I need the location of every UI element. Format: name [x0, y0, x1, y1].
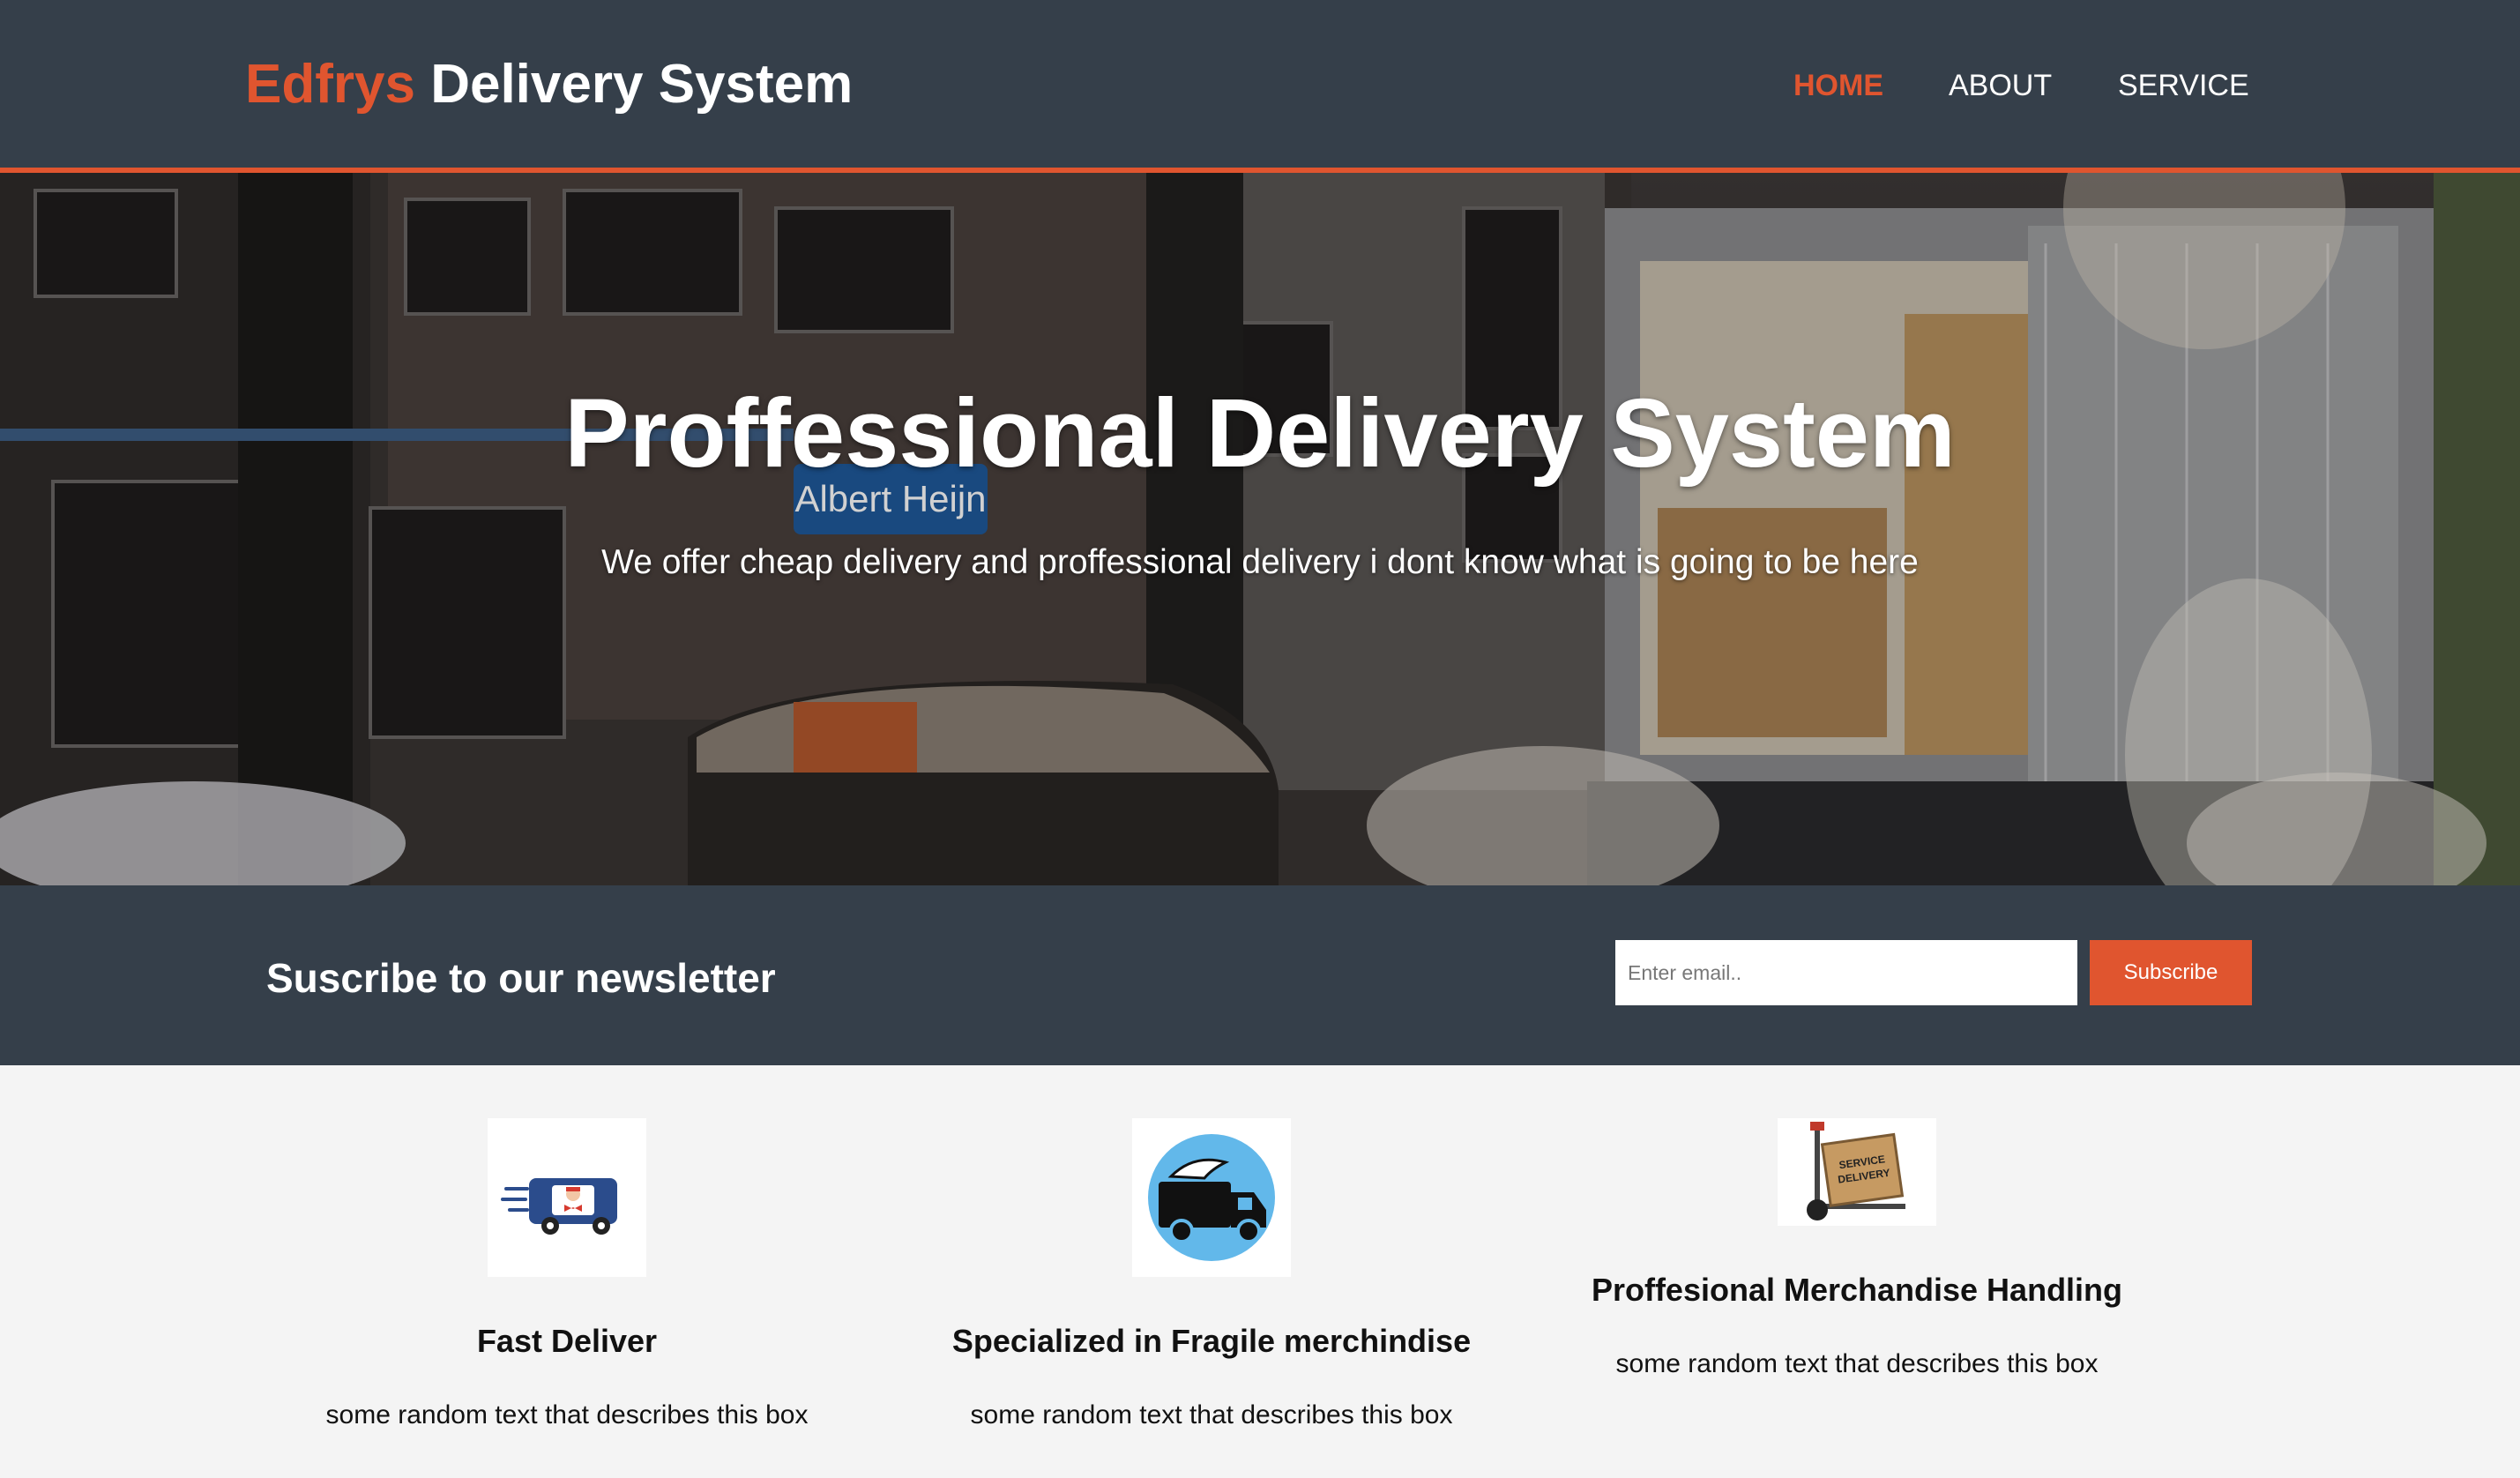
site-logo[interactable]: Edfrys Delivery System [245, 53, 853, 116]
brand-rest: Delivery System [414, 54, 854, 115]
feature-text: some random text that describes this box [325, 1400, 809, 1429]
feature-title: Fast Deliver [476, 1323, 658, 1359]
feature-title: Proffesional Merchandise Handling [1591, 1272, 2123, 1308]
hero-banner: Albert Heijn Proffessional Delivery Syst… [0, 173, 2520, 885]
nav-service-link[interactable]: SERVICE [2118, 69, 2249, 103]
newsletter-section: Suscribe to our newsletter Subscribe [0, 885, 2520, 1065]
nav-about-link[interactable]: ABOUT [1949, 69, 2052, 103]
brand-accent: Edfrys [245, 54, 415, 115]
feature-box: Specialized in Fragile merchindise some … [903, 1118, 1520, 1430]
feature-text: some random text that describes this box [970, 1400, 1453, 1429]
feature-box: SERVICE DELIVERY Proffesional Merchandis… [1548, 1118, 2166, 1379]
hero-subtitle: We offer cheap delivery and proffessiona… [601, 543, 1919, 581]
delivery-van-icon [488, 1118, 646, 1277]
nav-home-link[interactable]: HOME [1793, 69, 1883, 103]
newsletter-email-input[interactable] [1615, 940, 2077, 1005]
site-header: Edfrys Delivery System HOME ABOUT SERVIC… [0, 0, 2520, 173]
hand-truck-boxes-icon: SERVICE DELIVERY [1778, 1118, 1936, 1226]
feature-title: Specialized in Fragile merchindise [951, 1323, 1472, 1359]
features-section: Fast Deliver some random text that descr… [0, 1065, 2520, 1478]
hero-background-image: Albert Heijn [0, 173, 2520, 885]
feature-box: Fast Deliver some random text that descr… [258, 1118, 876, 1430]
hero-title: Proffessional Delivery System [564, 379, 1956, 488]
winged-truck-icon [1132, 1118, 1291, 1277]
subscribe-button[interactable]: Subscribe [2090, 940, 2252, 1005]
newsletter-title: Suscribe to our newsletter [266, 955, 776, 1001]
feature-text: some random text that describes this box [1615, 1349, 2099, 1378]
